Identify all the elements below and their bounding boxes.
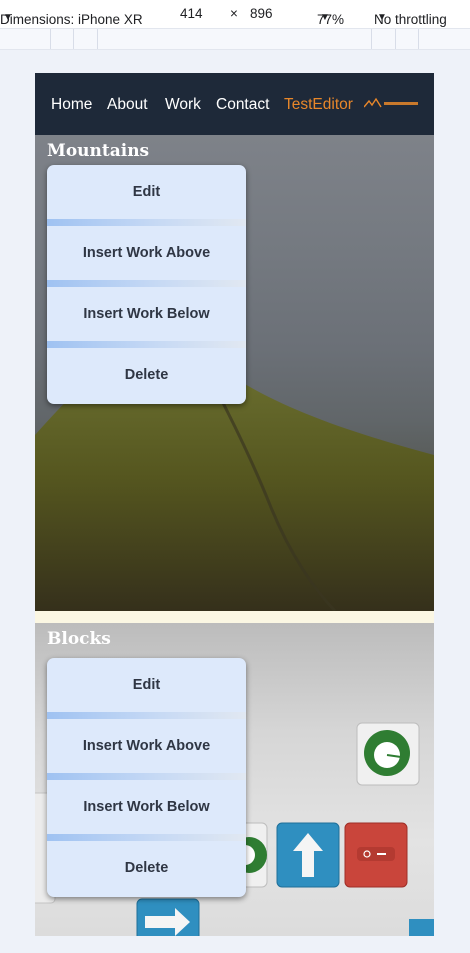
work-context-menu: Edit Insert Work Above Insert Work Below… (47, 165, 246, 404)
nav-about-link[interactable]: About (107, 96, 148, 114)
menu-separator (47, 341, 246, 348)
height-input[interactable]: 896 (250, 6, 273, 21)
menu-separator (47, 219, 246, 226)
nav-testeditor-link[interactable]: TestEditor (284, 96, 353, 114)
delete-button[interactable]: Delete (47, 348, 246, 402)
nav-work-link[interactable]: Work (165, 96, 201, 114)
edit-button[interactable]: Edit (47, 658, 246, 712)
times-symbol: × (230, 6, 238, 21)
device-viewport: Home About Work Contact TestEditor Mount… (35, 73, 434, 936)
work-title: Mountains (47, 141, 150, 161)
insert-work-below-button[interactable]: Insert Work Below (47, 780, 246, 834)
media-query-ruler[interactable] (0, 29, 470, 50)
insert-work-above-button[interactable]: Insert Work Above (47, 226, 246, 280)
work-divider (35, 611, 434, 623)
delete-button[interactable]: Delete (47, 841, 246, 895)
work-card-mountains: Mountains Edit Insert Work Above Insert … (35, 135, 434, 611)
nav-contact-link[interactable]: Contact (216, 96, 269, 114)
work-title: Blocks (47, 629, 111, 649)
devtools-toolbar: Dimensions: iPhone XR ▼ 414 × 896 77% ▼ No… (0, 0, 470, 29)
menu-separator (47, 834, 246, 841)
edit-button[interactable]: Edit (47, 165, 246, 219)
chevron-down-icon: ▼ (3, 12, 13, 23)
menu-separator (47, 773, 246, 780)
work-context-menu: Edit Insert Work Above Insert Work Below… (47, 658, 246, 897)
insert-work-below-button[interactable]: Insert Work Below (47, 287, 246, 341)
nav-home-link[interactable]: Home (51, 96, 92, 114)
menu-separator (47, 712, 246, 719)
navbar: Home About Work Contact TestEditor (35, 73, 434, 135)
chevron-down-icon: ▼ (320, 12, 330, 23)
insert-work-above-button[interactable]: Insert Work Above (47, 719, 246, 773)
width-input[interactable]: 414 (180, 6, 203, 21)
device-label: Dimensions: iPhone XR (0, 12, 143, 27)
work-card-blocks: Blocks Edit Insert Work Above Insert Wor… (35, 623, 434, 936)
menu-separator (47, 280, 246, 287)
mountain-logo-icon[interactable] (364, 97, 420, 109)
chevron-down-icon: ▼ (377, 12, 387, 23)
